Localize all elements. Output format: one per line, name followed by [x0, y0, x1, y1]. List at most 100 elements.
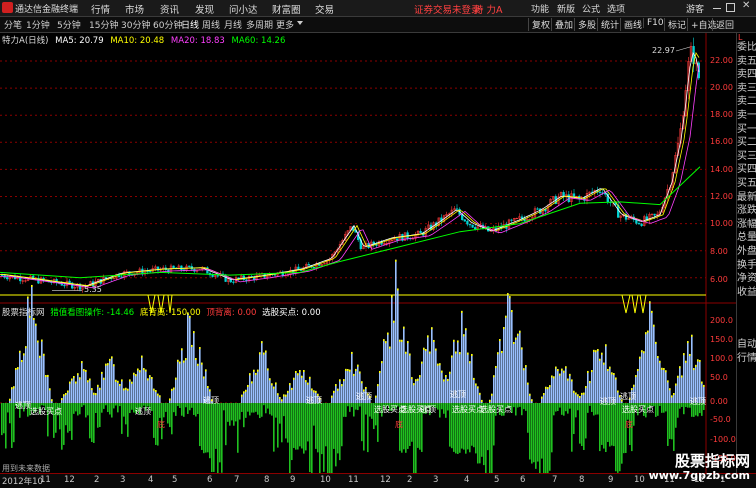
adjust-button[interactable]: 复权	[528, 18, 553, 31]
period-5min[interactable]: 5分钟	[57, 18, 81, 31]
panel-quote[interactable]: 行情	[737, 349, 756, 364]
period-daily[interactable]: 日线	[181, 18, 199, 31]
bar-cap	[251, 381, 253, 384]
bar-cap	[443, 379, 445, 382]
period-more[interactable]: 更多	[276, 18, 294, 31]
bar-cap	[79, 377, 81, 380]
bar-cap	[427, 335, 429, 338]
bar-cap	[257, 369, 259, 372]
negative-bar	[181, 403, 183, 416]
date-tick: 11	[348, 475, 359, 485]
negative-bar	[345, 403, 347, 417]
positive-bar	[495, 366, 497, 403]
period-multi[interactable]: 多周期	[246, 18, 273, 31]
negative-bar	[323, 403, 325, 472]
multi-stock-button[interactable]: 多股	[574, 18, 599, 31]
negative-bar	[221, 403, 223, 473]
bar-cap	[563, 370, 565, 373]
menu-item-market[interactable]: 市场	[125, 2, 144, 16]
menu-options[interactable]: 选项	[607, 2, 625, 15]
ind-y-tick: 200.0	[710, 316, 733, 325]
menu-item-ask[interactable]: 问小达	[229, 2, 258, 16]
bar-cap	[685, 360, 687, 363]
period-30min[interactable]: 30分钟	[121, 18, 150, 31]
period-weekly[interactable]: 周线	[202, 18, 220, 31]
negative-bar	[313, 403, 315, 426]
positive-bar	[501, 351, 503, 403]
menu-item-quotes[interactable]: 行情	[91, 2, 110, 16]
indicator-top-div: 顶背离: 0.00	[206, 308, 257, 318]
period-monthly[interactable]: 月线	[224, 18, 242, 31]
menu-guest[interactable]: 游客	[686, 2, 704, 15]
bar-cap	[65, 392, 67, 395]
negative-bar	[257, 403, 259, 415]
bar-cap	[203, 376, 205, 379]
negative-bar	[675, 403, 677, 428]
negative-bar	[303, 403, 305, 454]
negative-bar	[123, 403, 125, 417]
negative-bar	[603, 403, 605, 449]
period-1min[interactable]: 1分钟	[26, 18, 50, 31]
negative-bar	[293, 403, 295, 448]
statistics-button[interactable]: 统计	[597, 18, 622, 31]
menu-function[interactable]: 功能	[531, 2, 549, 15]
minimize-icon[interactable]	[713, 8, 721, 9]
bar-cap	[73, 376, 75, 379]
bar-cap	[701, 381, 703, 384]
candle-body	[471, 224, 474, 228]
period-60min[interactable]: 60分钟	[153, 18, 182, 31]
bar-cap	[49, 388, 51, 391]
close-icon[interactable]: ✕	[742, 0, 750, 11]
bar-cap	[139, 370, 141, 373]
period-15min[interactable]: 15分钟	[89, 18, 118, 31]
bar-cap	[591, 370, 593, 373]
chevron-down-icon[interactable]	[297, 21, 303, 25]
bar-cap	[67, 390, 69, 393]
negative-bar	[569, 403, 571, 409]
period-tick[interactable]: 分笔	[4, 18, 22, 31]
indicator-title-line: 股票指标网 猎值看图操作: -14.46 底背离: 150.00 顶背离: 0.…	[2, 306, 321, 318]
stock-name: 特力A	[2, 36, 25, 46]
bar-cap	[17, 367, 19, 370]
y-tick: 20.00	[710, 83, 733, 92]
bar-cap	[91, 388, 93, 391]
login-notice[interactable]: 证券交易未登录	[414, 2, 481, 16]
menu-item-discover[interactable]: 发现	[195, 2, 214, 16]
negative-bar	[445, 403, 447, 418]
positive-bar	[691, 334, 693, 403]
positive-bar	[391, 295, 393, 403]
bar-cap	[289, 383, 291, 386]
chart-area[interactable]: 特力A(日线) MA5: 20.79 MA10: 20.48 MA20: 18.…	[0, 33, 736, 473]
positive-bar	[473, 377, 475, 403]
date-tick: 8	[264, 475, 270, 485]
bar-cap	[617, 390, 619, 393]
menu-formula[interactable]: 公式	[582, 2, 600, 15]
bar-cap	[77, 373, 79, 376]
negative-bar	[587, 403, 589, 413]
bar-cap	[693, 368, 695, 371]
bar-cap	[671, 395, 673, 398]
negative-bar	[95, 403, 97, 413]
menu-newver[interactable]: 新版	[557, 2, 575, 15]
negative-bar	[247, 403, 249, 412]
negative-bar	[551, 403, 553, 453]
bar-cap	[549, 385, 551, 388]
draw-line-button[interactable]: 画线	[620, 18, 645, 31]
positive-bar	[337, 388, 339, 403]
menu-item-news[interactable]: 资讯	[160, 2, 179, 16]
negative-bar	[269, 403, 271, 415]
negative-bar	[189, 403, 191, 411]
overlay-button[interactable]: 叠加	[551, 18, 576, 31]
mark-button[interactable]: 标记	[664, 18, 689, 31]
menu-item-wealth[interactable]: 财富圈	[272, 2, 301, 16]
positive-bar	[421, 361, 423, 403]
positive-bar	[247, 384, 249, 403]
menu-item-trade[interactable]: 交易	[315, 2, 334, 16]
maximize-icon[interactable]	[726, 3, 735, 12]
candle-body	[146, 270, 149, 273]
panel-auto[interactable]: 自动	[737, 335, 756, 350]
negative-bar	[235, 403, 237, 422]
positive-bar	[351, 351, 353, 403]
back-button[interactable]: 返回	[712, 18, 737, 31]
chart-title-line: 特力A(日线) MA5: 20.79 MA10: 20.48 MA20: 18.…	[2, 34, 285, 46]
